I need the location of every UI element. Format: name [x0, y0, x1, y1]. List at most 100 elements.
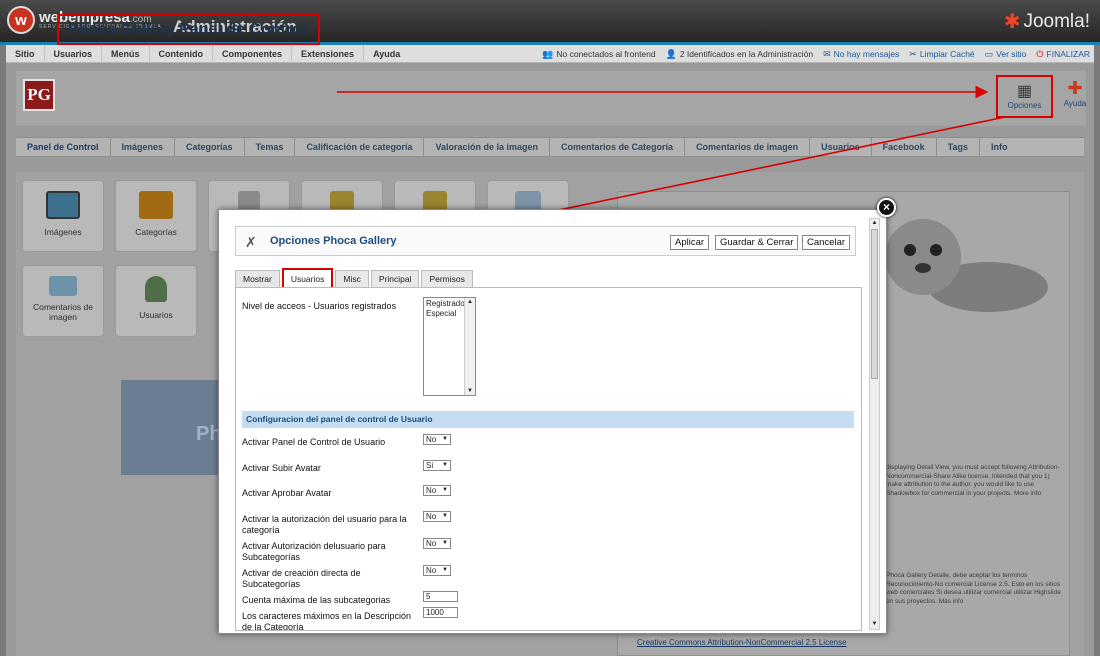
- star-image-icon: [423, 191, 447, 211]
- help-button[interactable]: ✚ Ayuda: [1060, 78, 1090, 108]
- comment-icon: [49, 276, 77, 296]
- help-label: Ayuda: [1063, 99, 1087, 108]
- monitor-icon: ▭: [984, 48, 994, 59]
- tab-usuarios-active[interactable]: Usuarios: [281, 268, 334, 288]
- scrollbar-thumb[interactable]: [871, 229, 878, 379]
- legal-text-es: Phoca Gallery Detalle, debe aceptar los …: [886, 572, 1061, 605]
- tab-comentarios-imagen[interactable]: Comentarios de imagen: [685, 138, 811, 156]
- input-max-caracteres[interactable]: 1000: [423, 607, 458, 618]
- tab-valoracion-imagen[interactable]: Valoración de la imagen: [424, 138, 551, 156]
- status-admin: 👤 2 Identificados en la Administración: [665, 48, 814, 60]
- webempresa-logo-icon: w: [7, 6, 35, 34]
- themes-icon: [238, 191, 260, 211]
- seal-mascot-icon: [885, 219, 1048, 312]
- menu-menus[interactable]: Menús: [102, 44, 150, 63]
- options-modal: ✗ Opciones Phoca Gallery Aplicar Guardar…: [218, 209, 887, 634]
- options-icon: ▦: [1016, 83, 1033, 100]
- field-label: Activar Aprobar Avatar: [242, 488, 332, 498]
- modal-header: ✗ Opciones Phoca Gallery Aplicar Guardar…: [235, 226, 856, 256]
- menu-contenido[interactable]: Contenido: [150, 44, 214, 63]
- creative-commons-link[interactable]: Creative Commons Attribution-NonCommerci…: [637, 638, 846, 647]
- tab-categorias[interactable]: Categorías: [175, 138, 245, 156]
- tab-mostrar[interactable]: Mostrar: [235, 270, 280, 287]
- power-icon: ⏻: [1036, 48, 1044, 59]
- tile-usuarios[interactable]: Usuarios: [115, 265, 197, 337]
- options-button[interactable]: ▦ Opciones: [996, 75, 1053, 118]
- comment-folder-icon: [515, 191, 541, 211]
- joomla-logo: ✱ Joomla!: [1004, 9, 1090, 34]
- access-level-listbox[interactable]: Registrado Especial ▲ ▼: [423, 297, 476, 396]
- field-label: Cuenta máxima de las subcategorias: [242, 595, 391, 605]
- modal-body: Nivel de acceos - Usuarios registrados R…: [235, 287, 862, 631]
- save-close-button[interactable]: Guardar & Cerrar: [715, 235, 799, 250]
- modal-title: Opciones Phoca Gallery: [270, 235, 397, 247]
- tab-info[interactable]: Info: [980, 138, 1019, 156]
- clear-cache-link[interactable]: ✂ Limpiar Caché: [909, 49, 974, 60]
- select-subir-avatar[interactable]: Si: [423, 460, 451, 471]
- field-label: Activar Autorización delusuario para Sub…: [242, 541, 386, 562]
- scroll-up-icon[interactable]: ▲: [466, 298, 474, 306]
- tools-icon: ✗: [245, 234, 257, 250]
- star-icon: [330, 191, 354, 211]
- tab-facebook[interactable]: Facebook: [872, 138, 937, 156]
- tab-tags[interactable]: Tags: [937, 138, 980, 156]
- component-toolbar: [16, 71, 1086, 126]
- close-icon[interactable]: ×: [877, 198, 896, 217]
- tab-temas[interactable]: Temas: [245, 138, 296, 156]
- menu-ayuda[interactable]: Ayuda: [364, 45, 409, 63]
- access-level-label: Nivel de acceos - Usuarios registrados: [242, 301, 397, 311]
- menu-sitio[interactable]: Sitio: [6, 44, 45, 63]
- input-max-subcategorias[interactable]: 5: [423, 591, 458, 602]
- menu-extensiones[interactable]: Extensiones: [292, 44, 365, 63]
- main-menu: Sitio Usuarios Menús Contenido Component…: [6, 44, 1094, 63]
- legal-text-en: displaying Detail View, you must accept …: [886, 464, 1060, 497]
- status-messages[interactable]: ✉ No hay mensajes: [823, 49, 899, 60]
- lifebuoy-icon: ✚: [1067, 78, 1083, 98]
- component-tabs: Panel de Control Imágenes Categorías Tem…: [16, 137, 1084, 157]
- logout-link[interactable]: ⏻ FINALIZAR: [1036, 49, 1090, 60]
- joomla-icon: ✱: [1003, 11, 1021, 33]
- view-site-link[interactable]: ▭ Ver sitio: [985, 49, 1027, 60]
- field-label: Activar Panel de Control de Usuario: [242, 437, 386, 447]
- tab-usuarios[interactable]: Usuarios: [810, 138, 872, 156]
- tab-permisos[interactable]: Permisos: [421, 270, 473, 287]
- broom-icon: ✂: [909, 48, 917, 59]
- select-autorizacion-categoria[interactable]: No: [423, 511, 451, 522]
- status-frontend: 👥 No conectados al frontend: [542, 48, 656, 60]
- section-user-panel-config: Configuracion del panel de control de Us…: [242, 411, 854, 428]
- tab-calificacion-categoria[interactable]: Calificación de categoría: [295, 138, 425, 156]
- folder-icon: [139, 191, 173, 219]
- tab-imagenes[interactable]: Imágenes: [111, 138, 176, 156]
- user-icon: [145, 276, 167, 302]
- field-label: Activar la autorización del usuario para…: [242, 514, 407, 535]
- menu-componentes[interactable]: Componentes: [213, 44, 293, 63]
- cancel-button[interactable]: Cancelar: [802, 235, 851, 250]
- phoca-gallery-logo-icon: PG: [23, 79, 55, 111]
- tile-imagenes[interactable]: Imágenes: [22, 180, 104, 252]
- scroll-up-icon[interactable]: ▲: [870, 219, 879, 228]
- user-icon: 👤: [665, 48, 677, 59]
- listbox-scrollbar[interactable]: ▲ ▼: [464, 298, 475, 395]
- scroll-down-icon[interactable]: ▼: [466, 387, 474, 395]
- tab-principal[interactable]: Principal: [370, 270, 420, 287]
- select-autorizacion-subcategorias[interactable]: No: [423, 538, 451, 549]
- modal-tabs: Mostrar Usuarios Misc Principal Permisos: [235, 268, 475, 288]
- select-activar-panel[interactable]: No: [423, 434, 451, 445]
- tile-categorias[interactable]: Categorías: [115, 180, 197, 252]
- status-bar: 👥 No conectados al frontend 👤 2 Identifica…: [532, 45, 1090, 63]
- tile-comentarios-imagen[interactable]: Comentarios de imagen: [22, 265, 104, 337]
- field-label: Activar de creación directa de Subcatego…: [242, 568, 361, 589]
- scroll-down-icon[interactable]: ▼: [870, 620, 879, 629]
- select-aprobar-avatar[interactable]: No: [423, 485, 451, 496]
- menu-usuarios[interactable]: Usuarios: [45, 44, 103, 63]
- modal-scrollbar[interactable]: ▲ ▼: [869, 218, 880, 630]
- page-title: Phoca Gallery Panel de Control: [57, 14, 320, 45]
- apply-button[interactable]: Aplicar: [670, 235, 710, 250]
- tab-comentarios-categoria[interactable]: Comentarios de Categoría: [550, 138, 686, 156]
- field-label: Activar Subir Avatar: [242, 463, 321, 473]
- select-creacion-subcategorias[interactable]: No: [423, 565, 451, 576]
- tab-misc[interactable]: Misc: [335, 270, 369, 287]
- tab-panel-de-control[interactable]: Panel de Control: [16, 138, 111, 156]
- options-label: Opciones: [1007, 101, 1042, 110]
- mail-icon: ✉: [823, 48, 831, 59]
